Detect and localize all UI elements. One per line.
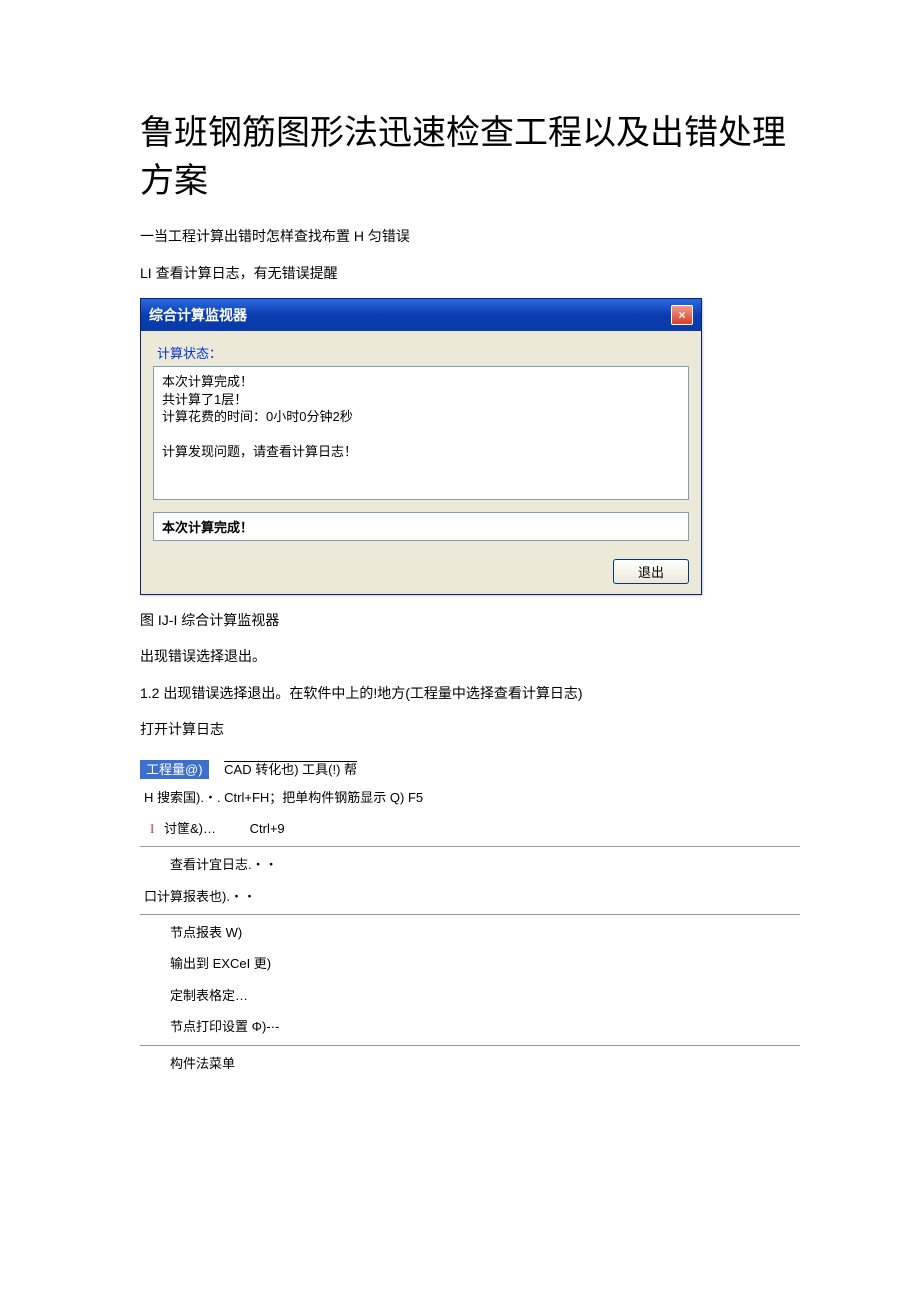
menu-row-viewlog[interactable]: 查看计宜日志.・・ bbox=[140, 849, 800, 880]
status-line: 本次计算完成！ bbox=[153, 512, 689, 541]
exit-button[interactable]: 退出 bbox=[613, 559, 689, 584]
menu-top-rest[interactable]: CAD 转化也) 工具(!) 帮 bbox=[224, 762, 357, 777]
menu-row-print[interactable]: 节点打印设置 Φ)-·- bbox=[140, 1011, 800, 1045]
dialog-title: 综合计算监视器 bbox=[149, 305, 247, 325]
paragraph-5: 打开计算日志 bbox=[140, 718, 800, 740]
paragraph-3: 出现错误选择退出。 bbox=[140, 645, 800, 667]
menu-row-excel[interactable]: 输出到 EXCeI 更) bbox=[140, 948, 800, 979]
menu-top-row: 工程量@) CAD 转化也) 工具(!) 帮 bbox=[140, 755, 800, 782]
dialog-footer: 退出 bbox=[141, 551, 701, 594]
dialog-monitor: 综合计算监视器 × 计算状态： 本次计算完成！ 共计算了1层！ 计算花费的时间：… bbox=[140, 298, 702, 595]
menu-row-calc-label: 讨筐&)… bbox=[164, 821, 216, 836]
menu-row-search[interactable]: H 搜索国).・. Ctrl+FH；把单构件钢筋显示 Q) F5 bbox=[140, 782, 800, 813]
group-label: 计算状态： bbox=[157, 343, 689, 362]
close-icon[interactable]: × bbox=[671, 305, 693, 325]
menu-row-custom[interactable]: 定制表格定… bbox=[140, 980, 800, 1011]
paragraph-1: 一当工程计算出错时怎样查找布置 H 匀错误 bbox=[140, 225, 800, 247]
log-textarea[interactable]: 本次计算完成！ 共计算了1层！ 计算花费的时间：0小时0分钟2秒 计算发现问题，… bbox=[153, 366, 689, 500]
menu-row-component[interactable]: 构件法菜单 bbox=[140, 1048, 800, 1079]
dialog-titlebar: 综合计算监视器 × bbox=[141, 299, 701, 331]
figure-caption: 图 IJ-I 综合计算监视器 bbox=[140, 609, 800, 631]
menu-row-calc[interactable]: I 讨筐&)… Ctrl+9 bbox=[140, 813, 800, 847]
menu-row-calc-shortcut: Ctrl+9 bbox=[250, 817, 285, 840]
document-title: 鲁班钢筋图形法迅速检查工程以及出错处理方案 bbox=[140, 110, 800, 205]
menu-row-report[interactable]: 口计算报表也).・・ bbox=[140, 881, 800, 915]
indicator-icon: I bbox=[150, 821, 154, 836]
document-page: 鲁班钢筋图形法迅速检查工程以及出错处理方案 一当工程计算出错时怎样查找布置 H … bbox=[0, 0, 920, 1139]
menu-block: 工程量@) CAD 转化也) 工具(!) 帮 H 搜索国).・. Ctrl+FH… bbox=[140, 755, 800, 1080]
menu-highlight[interactable]: 工程量@) bbox=[140, 760, 209, 779]
paragraph-2: LI 查看计算日志，有无错误提醒 bbox=[140, 262, 800, 284]
menu-row-node[interactable]: 节点报表 W) bbox=[140, 917, 800, 948]
dialog-body: 计算状态： 本次计算完成！ 共计算了1层！ 计算花费的时间：0小时0分钟2秒 计… bbox=[141, 331, 701, 551]
paragraph-4: 1.2 出现错误选择退出。在软件中上的!地方(工程量中选择查看计算日志) bbox=[140, 682, 800, 704]
